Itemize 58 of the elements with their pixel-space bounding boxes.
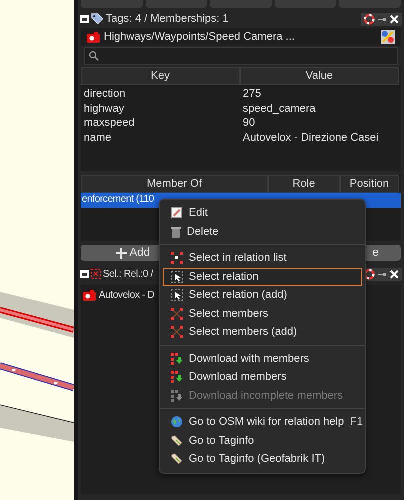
panel-title: Sel.: Rel.:0 /	[103, 268, 154, 280]
menu-item[interactable]: Go to OSM wiki for relation help F1	[163, 413, 362, 432]
menu-item[interactable]: Go to Taginfo (Geofabrik IT)	[163, 450, 362, 468]
close-icon[interactable]	[390, 14, 399, 24]
preset-icon[interactable]	[381, 30, 395, 44]
dots-icon	[171, 326, 183, 338]
window-icon[interactable]	[80, 270, 89, 278]
dot-grid-icon	[171, 252, 183, 264]
search-field[interactable]	[84, 47, 398, 65]
column-header[interactable]: Value	[240, 67, 399, 85]
menu-item[interactable]: Edit	[163, 204, 362, 222]
column-header[interactable]: Role	[268, 175, 340, 193]
selection-icon	[91, 269, 101, 279]
table-cell-text: 275	[242, 87, 262, 102]
menu-item[interactable]: Download with members	[163, 350, 362, 368]
menu-item[interactable]: Go to Taginfo	[163, 432, 362, 450]
column-header[interactable]: Position	[340, 175, 399, 193]
table-cell-text: 90	[242, 116, 256, 130]
table-cell-text: direction	[83, 87, 127, 102]
tag-icon	[171, 453, 183, 466]
camera-icon	[83, 290, 96, 301]
download-icon	[171, 390, 183, 402]
table-cell-text: highway	[83, 102, 126, 116]
cursor-icon	[171, 289, 183, 302]
plus-icon	[116, 248, 127, 258]
cursor-icon	[171, 270, 183, 283]
list-item[interactable]: Autovelox - D	[99, 290, 154, 301]
table-cell-text: Autovelox - Direzione Casei	[242, 130, 380, 145]
tag-icon	[91, 13, 104, 25]
table-cell-text: enforcement (110	[81, 193, 156, 207]
globe-icon	[171, 416, 183, 428]
trash-icon	[171, 226, 181, 238]
table-cell-text: speed_camera	[242, 102, 317, 116]
download-icon	[171, 371, 183, 384]
minimize-icon[interactable]	[378, 16, 387, 22]
window-icon[interactable]	[80, 15, 89, 23]
close-icon[interactable]	[390, 270, 399, 278]
column-header[interactable]: Member Of	[81, 175, 268, 193]
tag-icon	[171, 434, 183, 447]
table-cell-text: maxspeed	[83, 116, 136, 130]
column-header[interactable]: Key	[81, 67, 240, 85]
dots-icon	[171, 308, 183, 320]
table-cell-text: name	[83, 130, 113, 145]
notepad-icon	[171, 207, 183, 220]
shortcut-label: F1	[350, 416, 364, 428]
menu-item[interactable]: Delete	[163, 222, 362, 241]
menu-item[interactable]: Select members (add)	[163, 323, 362, 342]
lifebuoy-icon[interactable]	[364, 14, 375, 24]
menu-item[interactable]: Select relation (add)	[163, 286, 362, 304]
panel-title: Tags: 4 / Memberships: 1	[106, 13, 230, 25]
menu-item[interactable]: Download members	[163, 368, 362, 386]
camera-icon	[87, 32, 100, 42]
menu-item[interactable]: Select relation	[163, 268, 362, 286]
minimize-icon[interactable]	[378, 270, 387, 278]
download-icon	[171, 352, 183, 365]
search-icon	[89, 51, 99, 61]
lifebuoy-icon[interactable]	[364, 268, 375, 280]
menu-item[interactable]: Select members	[163, 304, 362, 323]
